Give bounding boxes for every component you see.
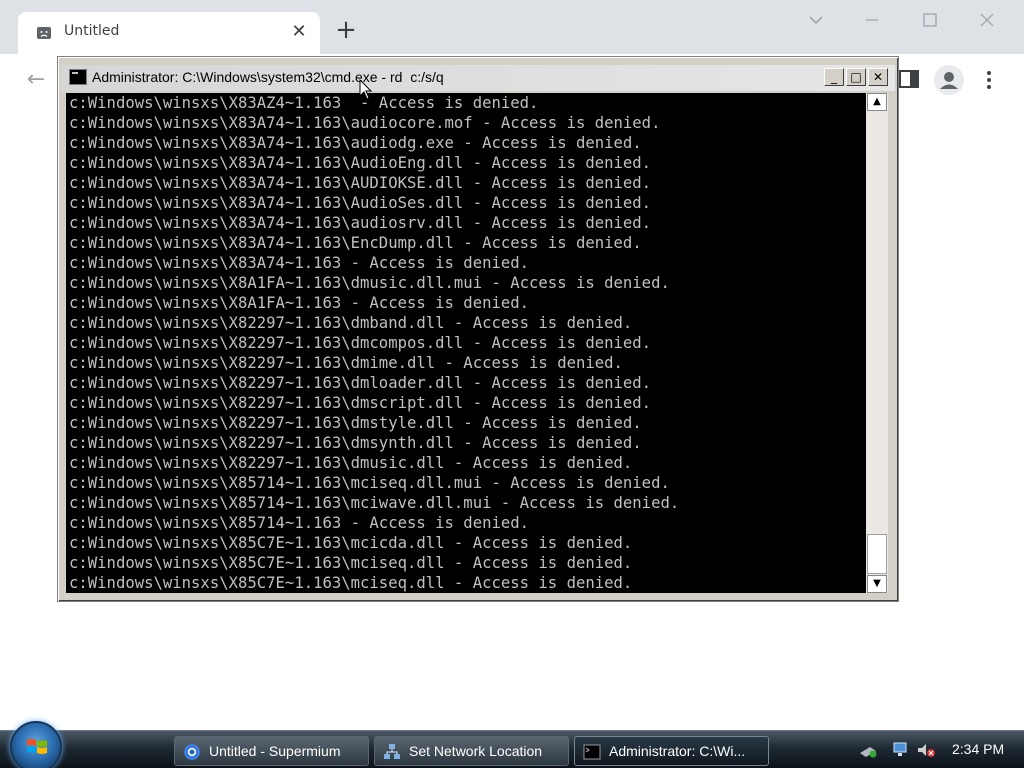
volume-muted-icon[interactable] xyxy=(916,741,936,759)
cmd-console[interactable]: c:Windows\winsxs\X83AZ4~1.163 - Access i… xyxy=(66,93,866,593)
side-panel-icon[interactable] xyxy=(898,68,920,90)
taskbar-item-supermium[interactable]: Untitled - Supermium xyxy=(174,736,369,766)
console-line: c:Windows\winsxs\X83AZ4~1.163 - Access i… xyxy=(69,94,539,112)
console-line: c:Windows\winsxs\X83A74~1.163\AudioEng.d… xyxy=(69,154,652,172)
taskbar-item-label: Set Network Location xyxy=(409,743,543,759)
console-line: c:Windows\winsxs\X85714~1.163\mciwave.dl… xyxy=(69,494,680,512)
profile-avatar[interactable] xyxy=(934,65,964,95)
network-icon xyxy=(384,744,400,759)
tab-close-button[interactable]: ✕ xyxy=(288,21,310,43)
scroll-down-button[interactable]: ▼ xyxy=(867,575,887,593)
scroll-up-button[interactable]: ▲ xyxy=(867,93,887,111)
console-line: c:Windows\winsxs\X83A74~1.163\EncDump.dl… xyxy=(69,234,642,252)
tab-search-icon[interactable] xyxy=(802,8,830,32)
network-status-icon[interactable] xyxy=(892,741,912,759)
cmd-icon[interactable] xyxy=(69,69,87,85)
taskbar-item-label: Untitled - Supermium xyxy=(209,743,341,759)
console-line: c:Windows\winsxs\X83A74~1.163 - Access i… xyxy=(69,254,530,272)
back-button[interactable]: ← xyxy=(22,66,50,94)
tab-strip: Untitled ✕ + xyxy=(0,0,1024,54)
console-line: c:Windows\winsxs\X85714~1.163\mciseq.dll… xyxy=(69,474,670,492)
console-line: c:Windows\winsxs\X82297~1.163\dmusic.dll… xyxy=(69,454,633,472)
console-line: c:Windows\winsxs\X85C7E~1.163\mciseq.dll… xyxy=(69,554,633,572)
supermium-icon xyxy=(184,744,200,760)
console-line: c:Windows\winsxs\X82297~1.163\dmsynth.dl… xyxy=(69,434,642,452)
taskbar-item-network[interactable]: Set Network Location xyxy=(374,736,569,766)
console-line: c:Windows\winsxs\X82297~1.163\dmime.dll … xyxy=(69,354,623,372)
scroll-thumb[interactable] xyxy=(867,534,887,574)
console-line: c:Windows\winsxs\X82297~1.163\dmstyle.dl… xyxy=(69,414,642,432)
console-line: c:Windows\winsxs\X83A74~1.163\audiosrv.d… xyxy=(69,214,652,232)
cmd-window: Administrator: C:\Windows\system32\cmd.e… xyxy=(57,56,899,602)
console-line: c:Windows\winsxs\X83A74~1.163\audiocore.… xyxy=(69,114,661,132)
console-line: c:Windows\winsxs\X8A1FA~1.163\dmusic.dll… xyxy=(69,274,670,292)
minimize-icon[interactable] xyxy=(858,8,886,32)
console-line: c:Windows\winsxs\X82297~1.163\dmcompos.d… xyxy=(69,334,652,352)
console-line: c:Windows\winsxs\X82297~1.163\dmscript.d… xyxy=(69,394,652,412)
taskbar-item-cmd[interactable]: Administrator: C:\Wi... xyxy=(574,736,769,766)
taskbar-item-label: Administrator: C:\Wi... xyxy=(609,743,746,759)
cmd-close-button[interactable]: ✕ xyxy=(868,68,888,86)
console-line: c:Windows\winsxs\X83A74~1.163\AUDIOKSE.d… xyxy=(69,174,652,192)
cmd-title: Administrator: C:\Windows\system32\cmd.e… xyxy=(92,69,444,85)
windows-logo-icon xyxy=(27,739,47,754)
tray-update-icon[interactable] xyxy=(858,741,878,759)
console-line: c:Windows\winsxs\X85C7E~1.163\mcicda.dll… xyxy=(69,534,633,552)
mouse-cursor-icon xyxy=(359,79,373,100)
close-icon[interactable] xyxy=(973,8,1001,32)
desktop: Untitled ✕ + ← Administrator: C:\Windows… xyxy=(0,0,1024,768)
console-line: c:Windows\winsxs\X83A74~1.163\audiodg.ex… xyxy=(69,134,642,152)
cmd-icon xyxy=(583,744,601,760)
console-line: c:Windows\winsxs\X85714~1.163 - Access i… xyxy=(69,514,530,532)
start-button[interactable] xyxy=(10,721,62,768)
system-tray: 2:34 PM xyxy=(850,731,1024,768)
taskbar: Untitled - Supermium Set Network Locatio… xyxy=(0,721,1024,768)
console-line: c:Windows\winsxs\X85C7E~1.163\mciseq.dll… xyxy=(69,574,633,592)
console-line: c:Windows\winsxs\X82297~1.163\dmband.dll… xyxy=(69,314,633,332)
maximize-icon[interactable] xyxy=(916,8,944,32)
cmd-titlebar[interactable]: Administrator: C:\Windows\system32\cmd.e… xyxy=(61,65,895,91)
tab-title: Untitled xyxy=(64,23,120,39)
clock[interactable]: 2:34 PM xyxy=(952,741,1004,757)
console-line: c:Windows\winsxs\X82297~1.163\dmloader.d… xyxy=(69,374,652,392)
cmd-minimize-button[interactable]: _ xyxy=(824,68,844,86)
cmd-maximize-button[interactable]: □ xyxy=(846,68,866,86)
cmd-scrollbar[interactable]: ▲ ▼ xyxy=(866,93,888,593)
console-line: c:Windows\winsxs\X83A74~1.163\AudioSes.d… xyxy=(69,194,652,212)
console-line: c:Windows\winsxs\X8A1FA~1.163 - Access i… xyxy=(69,294,530,312)
more-menu-icon[interactable] xyxy=(980,66,998,94)
tab-untitled[interactable]: Untitled ✕ xyxy=(18,12,320,54)
sad-page-icon xyxy=(37,27,51,39)
person-icon xyxy=(940,72,958,89)
new-tab-button[interactable]: + xyxy=(334,17,358,43)
